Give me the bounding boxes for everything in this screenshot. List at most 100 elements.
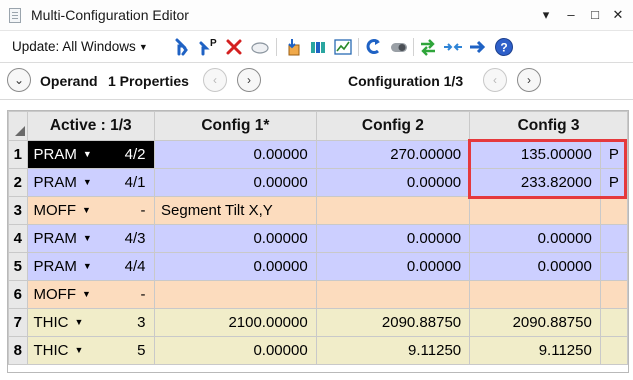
- config-3-header[interactable]: Config 3: [469, 111, 628, 141]
- graph-icon[interactable]: [333, 37, 353, 57]
- value-cell[interactable]: 0.00000: [315, 168, 471, 197]
- row-number[interactable]: 3: [8, 196, 28, 225]
- solve-type-cell[interactable]: [599, 196, 628, 225]
- prev-operand-button[interactable]: ‹: [203, 68, 227, 92]
- solve-type-cell[interactable]: [599, 224, 628, 253]
- value-cell[interactable]: 135.00000: [469, 140, 601, 169]
- update-dropdown[interactable]: Update: All Windows ▼: [12, 39, 148, 54]
- operand-type-cell[interactable]: MOFF ▼ -: [26, 196, 156, 225]
- table-row[interactable]: 2 PRAM ▼ 4/1 0.00000 0.00000 233.82000 P: [8, 168, 628, 197]
- solve-type-cell[interactable]: P: [599, 140, 628, 169]
- swap-icon[interactable]: [418, 37, 438, 57]
- row-number[interactable]: 5: [8, 252, 28, 281]
- dropdown-icon[interactable]: ▼: [83, 233, 92, 243]
- table-row[interactable]: 1 PRAM ▼ 4/2 0.00000 270.00000 135.00000 P: [8, 140, 628, 169]
- value-cell[interactable]: [469, 196, 601, 225]
- solve-type-cell[interactable]: [599, 336, 628, 365]
- toolbar-separator: [276, 38, 277, 56]
- value-cell[interactable]: 0.00000: [154, 168, 317, 197]
- dropdown-icon[interactable]: ▼: [82, 205, 91, 215]
- operand-param: -: [140, 202, 146, 219]
- insert-config-icon[interactable]: P: [198, 37, 218, 57]
- table-row[interactable]: 8 THIC ▼ 5 0.00000 9.11250 9.11250: [8, 336, 628, 365]
- collapse-button[interactable]: ⌄: [7, 68, 31, 92]
- value-cell[interactable]: 0.00000: [315, 252, 471, 281]
- value-cell[interactable]: 0.00000: [469, 224, 601, 253]
- import-icon[interactable]: [283, 37, 303, 57]
- solve-type-cell[interactable]: [599, 252, 628, 281]
- reload-icon[interactable]: [363, 37, 383, 57]
- toggle-icon[interactable]: [389, 37, 409, 57]
- value-cell[interactable]: 270.00000: [315, 140, 471, 169]
- value-cell[interactable]: 0.00000: [315, 224, 471, 253]
- maximize-button[interactable]: □: [586, 6, 604, 24]
- ellipse-icon[interactable]: [250, 37, 270, 57]
- table-row[interactable]: 7 THIC ▼ 3 2100.00000 2090.88750 2090.88750: [8, 308, 628, 337]
- value-cell[interactable]: 2100.00000: [154, 308, 317, 337]
- row-number[interactable]: 7: [8, 308, 28, 337]
- operand-type-cell[interactable]: PRAM ▼ 4/1: [26, 168, 156, 197]
- value-cell[interactable]: 0.00000: [154, 140, 317, 169]
- value-cell[interactable]: 2090.88750: [315, 308, 471, 337]
- operand-type-cell[interactable]: MOFF ▼ -: [26, 280, 156, 309]
- row-number[interactable]: 8: [8, 336, 28, 365]
- solve-type-cell[interactable]: [599, 280, 628, 309]
- operand-type-cell[interactable]: THIC ▼ 3: [26, 308, 156, 337]
- solve-type-cell[interactable]: P: [599, 168, 628, 197]
- value-cell[interactable]: [154, 280, 317, 309]
- table-row[interactable]: 6 MOFF ▼ -: [8, 280, 628, 309]
- properties-label[interactable]: 1 Properties: [108, 73, 189, 89]
- show-icon[interactable]: [308, 37, 328, 57]
- operand-type-cell[interactable]: PRAM ▼ 4/3: [26, 224, 156, 253]
- dropdown-icon[interactable]: ▼: [83, 261, 92, 271]
- comment-cell[interactable]: Segment Tilt X,Y: [154, 196, 317, 225]
- value-cell[interactable]: [469, 280, 601, 309]
- delete-icon[interactable]: [224, 37, 244, 57]
- help-icon[interactable]: ?: [494, 37, 514, 57]
- solve-type-cell[interactable]: [599, 308, 628, 337]
- toolbar-separator: [358, 38, 359, 56]
- operand-type-cell[interactable]: PRAM ▼ 4/4: [26, 252, 156, 281]
- value-cell[interactable]: [315, 196, 471, 225]
- value-cell[interactable]: 0.00000: [469, 252, 601, 281]
- dropdown-icon[interactable]: ▼: [75, 345, 84, 355]
- dropdown-icon[interactable]: ▼: [75, 317, 84, 327]
- row-number[interactable]: 2: [8, 168, 28, 197]
- row-number[interactable]: 4: [8, 224, 28, 253]
- dropdown-icon[interactable]: ▼: [83, 177, 92, 187]
- config-2-header[interactable]: Config 2: [315, 111, 471, 141]
- value-cell[interactable]: 0.00000: [154, 252, 317, 281]
- value-cell[interactable]: [315, 280, 471, 309]
- table-row[interactable]: 4 PRAM ▼ 4/3 0.00000 0.00000 0.00000: [8, 224, 628, 253]
- prev-config-button[interactable]: ‹: [483, 68, 507, 92]
- forward-icon[interactable]: [468, 37, 488, 57]
- operand-type: PRAM: [33, 174, 77, 191]
- operand-type: THIC: [33, 314, 69, 331]
- value-cell[interactable]: 9.11250: [469, 336, 601, 365]
- row-number[interactable]: 6: [8, 280, 28, 309]
- active-column-header[interactable]: Active : 1/3: [26, 111, 156, 141]
- value-cell[interactable]: 9.11250: [315, 336, 471, 365]
- table-row[interactable]: 5 PRAM ▼ 4/4 0.00000 0.00000 0.00000: [8, 252, 628, 281]
- value-cell[interactable]: 0.00000: [154, 224, 317, 253]
- dropdown-icon[interactable]: ▼: [82, 289, 91, 299]
- row-number[interactable]: 1: [8, 140, 28, 169]
- close-button[interactable]: ✕: [609, 6, 627, 24]
- table-row[interactable]: 3 MOFF ▼ - Segment Tilt X,Y: [8, 196, 628, 225]
- merge-icon[interactable]: [443, 37, 463, 57]
- value-cell[interactable]: 233.82000: [469, 168, 601, 197]
- value-cell[interactable]: 2090.88750: [469, 308, 601, 337]
- operand-type: THIC: [33, 342, 69, 359]
- minimize-button[interactable]: ‒: [562, 6, 580, 24]
- value-cell[interactable]: 0.00000: [154, 336, 317, 365]
- operand-type-cell[interactable]: THIC ▼ 5: [26, 336, 156, 365]
- insert-operand-icon[interactable]: [173, 37, 193, 57]
- window-menu-button[interactable]: ▾: [537, 6, 555, 24]
- next-config-button[interactable]: ›: [517, 68, 541, 92]
- dropdown-icon[interactable]: ▼: [83, 149, 92, 159]
- operand-type-cell[interactable]: PRAM ▼ 4/2: [26, 140, 156, 169]
- config-1-header[interactable]: Config 1*: [154, 111, 317, 141]
- corner-header[interactable]: [8, 111, 28, 141]
- next-operand-button[interactable]: ›: [237, 68, 261, 92]
- configuration-label: Configuration 1/3: [348, 73, 464, 89]
